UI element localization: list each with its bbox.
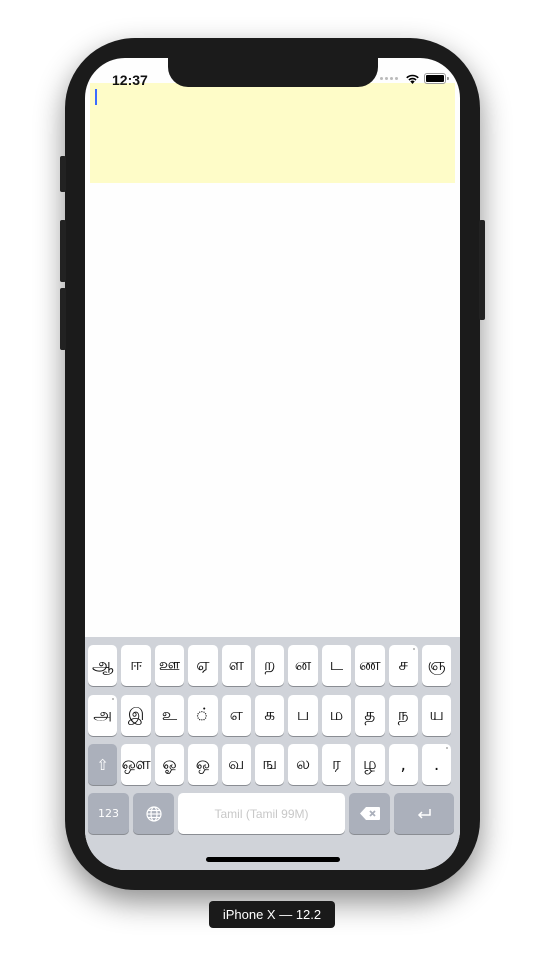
key[interactable]: ய <box>421 695 452 736</box>
key[interactable]: ஓ <box>154 744 185 785</box>
key[interactable]: ப <box>288 695 318 736</box>
numbers-key[interactable]: 123 <box>88 793 129 834</box>
key[interactable]: ள <box>221 645 251 686</box>
key[interactable]: ழ <box>355 744 385 785</box>
status-icons <box>380 73 449 84</box>
status-time: 12:37 <box>112 72 148 88</box>
device-label: iPhone X — 12.2 <box>209 901 335 928</box>
keyboard: ஆஈஊஏளறனடணசஞ அ இ உ ◌் எ க ப ம த ந ய ⇧ ஔஓஒவஙலரழ,. 12… <box>85 637 460 870</box>
key[interactable]: ஊ <box>154 645 185 686</box>
keyboard-row-3: ⇧ ஔஓஒவஙலரழ,. <box>88 744 452 785</box>
screen: 12:37 ஆஈஊஏளறனடணசஞ அ இ உ ◌் எ க ப ம த ந ய ⇧ ஔஓஒவஙலர… <box>85 58 460 870</box>
text-input-area[interactable] <box>90 83 455 183</box>
notch <box>168 58 378 87</box>
key[interactable]: . <box>421 744 452 785</box>
key[interactable]: ஒ <box>188 744 218 785</box>
keyboard-row-4: 123 Tamil (Tamil 99M) <box>88 793 454 834</box>
key[interactable]: ஈ <box>121 645 151 686</box>
key[interactable]: ச <box>388 645 418 686</box>
key[interactable]: உ <box>154 695 185 736</box>
key[interactable]: ட <box>321 645 352 686</box>
key[interactable]: ஔ <box>121 744 151 785</box>
key[interactable]: ண <box>355 645 385 686</box>
battery-icon <box>424 73 449 84</box>
delete-key[interactable] <box>349 793 390 834</box>
key[interactable]: ர <box>321 744 352 785</box>
key[interactable]: க <box>254 695 285 736</box>
key[interactable]: ஞ <box>421 645 452 686</box>
return-key[interactable] <box>394 793 454 834</box>
keyboard-row-2: அ இ உ ◌் எ க ப ம த ந ய <box>88 695 452 736</box>
key[interactable]: வ <box>221 744 251 785</box>
key[interactable]: ங <box>254 744 285 785</box>
key[interactable]: அ <box>88 695 118 736</box>
key[interactable]: ந <box>388 695 418 736</box>
home-indicator[interactable] <box>206 857 340 862</box>
key[interactable]: ◌் <box>188 695 218 736</box>
volume-up-button <box>60 220 66 282</box>
key[interactable]: த <box>355 695 385 736</box>
key[interactable]: இ <box>121 695 151 736</box>
globe-key[interactable] <box>133 793 174 834</box>
keyboard-row-1: ஆஈஊஏளறனடணசஞ <box>88 645 452 686</box>
volume-down-button <box>60 288 66 350</box>
key[interactable]: ன <box>288 645 318 686</box>
key[interactable]: ம <box>321 695 352 736</box>
delete-icon <box>359 807 380 820</box>
key[interactable]: ஏ <box>188 645 218 686</box>
key[interactable]: எ <box>221 695 251 736</box>
space-key[interactable]: Tamil (Tamil 99M) <box>178 793 345 834</box>
signal-dots-icon <box>380 77 398 80</box>
shift-key[interactable]: ⇧ <box>88 744 118 785</box>
key[interactable]: ஆ <box>88 645 118 686</box>
mute-switch <box>60 156 66 192</box>
text-caret <box>95 89 97 105</box>
key[interactable]: ல <box>288 744 318 785</box>
key[interactable]: , <box>388 744 418 785</box>
key[interactable]: ற <box>254 645 285 686</box>
globe-icon <box>145 805 162 822</box>
wifi-icon <box>406 74 419 84</box>
power-button <box>479 220 485 320</box>
return-icon <box>417 808 431 819</box>
